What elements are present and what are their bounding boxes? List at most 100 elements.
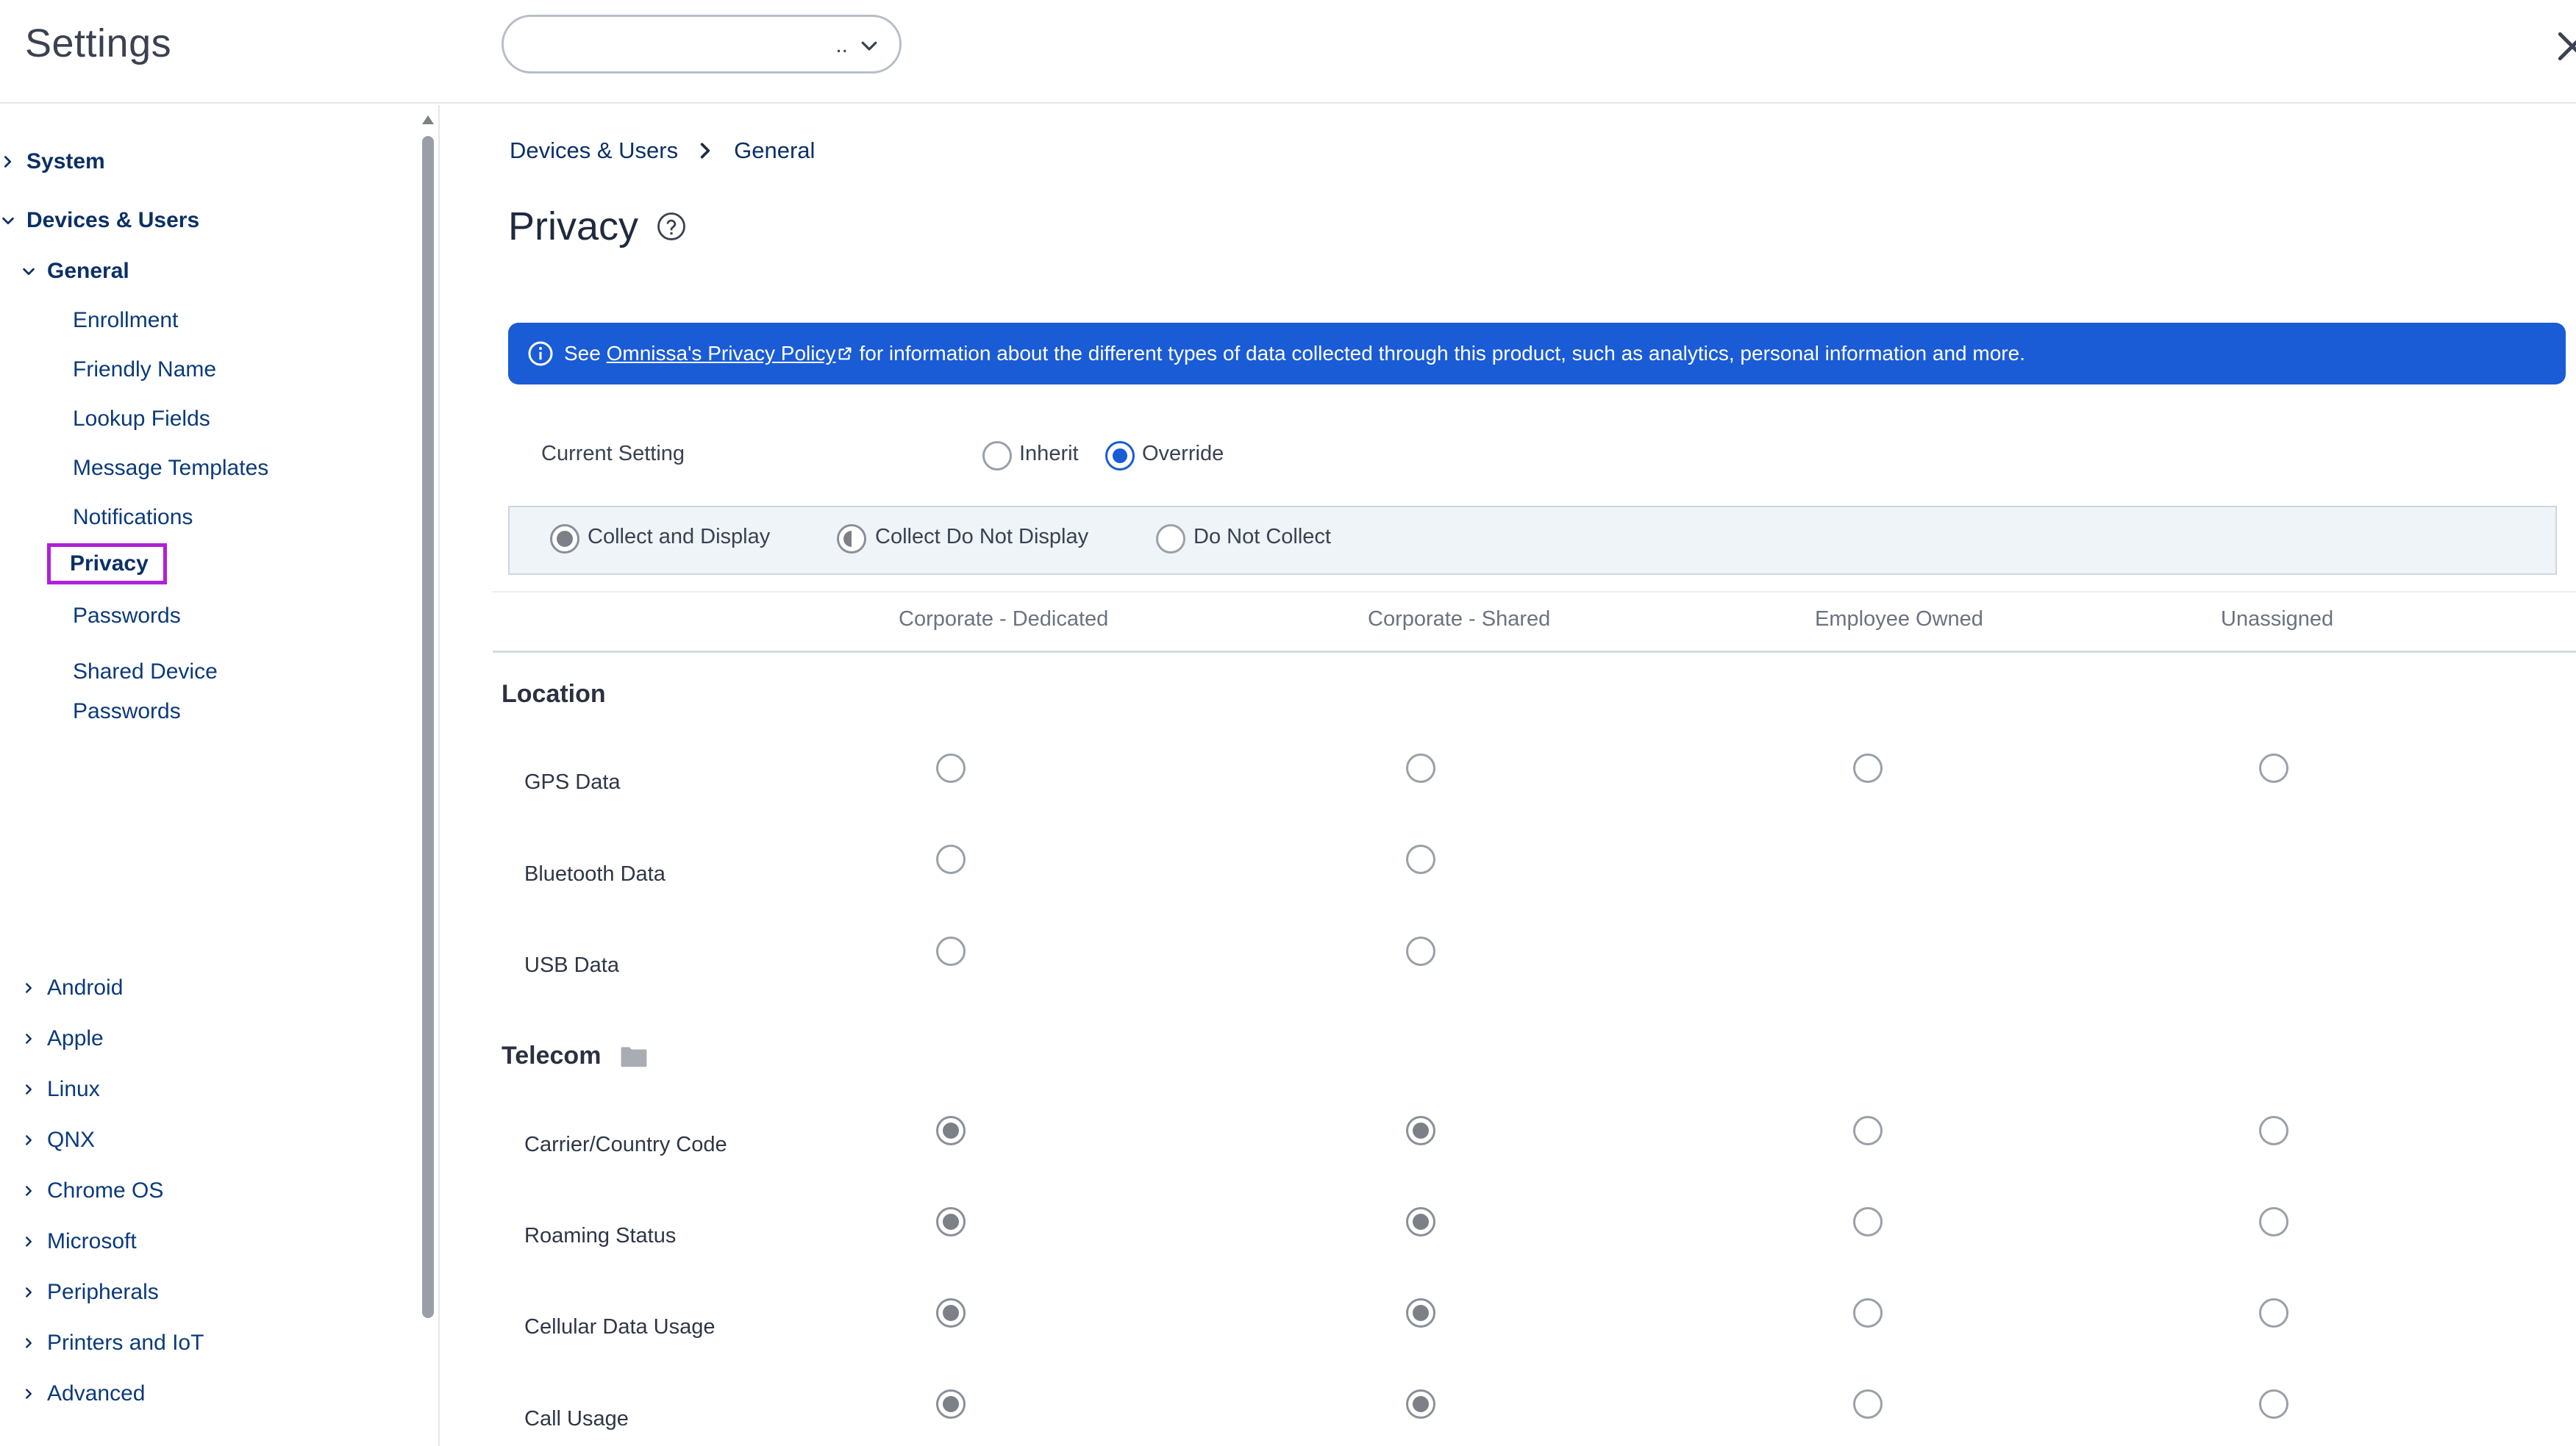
close-icon[interactable] <box>2554 28 2576 65</box>
sidebar-item-label: Apple <box>47 1026 104 1051</box>
row-call-usage-label: Call Usage <box>524 1407 629 1431</box>
carrier-employee-owned-radio[interactable] <box>1853 1116 1883 1145</box>
chevron-right-icon <box>26 1034 32 1044</box>
sidebar-item-enrollment[interactable]: Enrollment <box>73 308 178 333</box>
col-employee-owned: Employee Owned <box>1815 607 1983 631</box>
carrier-corp-shared-radio[interactable] <box>1406 1116 1435 1145</box>
sidebar-item-lookup-fields[interactable]: Lookup Fields <box>73 407 210 432</box>
sidebar-item-label: Linux <box>47 1077 100 1101</box>
gps-unassigned-radio[interactable] <box>2259 754 2288 783</box>
call-employee-owned-radio[interactable] <box>1853 1389 1883 1419</box>
app-title: Settings <box>25 21 172 65</box>
sidebar-item-shared-device[interactable]: Shared Device <box>73 659 218 684</box>
gps-employee-owned-radio[interactable] <box>1853 754 1883 783</box>
sidebar-item-label: QNX <box>47 1128 96 1152</box>
gps-corp-dedicated-radio[interactable] <box>936 754 966 783</box>
bluetooth-corp-dedicated-radio[interactable] <box>936 845 966 874</box>
sidebar-scroll-thumb[interactable] <box>422 136 434 1318</box>
collection-legend <box>508 506 2557 575</box>
breadcrumb: Devices & Users General <box>510 137 815 164</box>
sidebar-item-advanced[interactable]: Advanced <box>21 1381 145 1406</box>
chevron-right-icon <box>700 143 710 159</box>
banner-prefix: See <box>564 342 607 365</box>
sidebar-item-printers-iot[interactable]: Printers and IoT <box>21 1331 204 1356</box>
usb-corp-dedicated-radio[interactable] <box>936 937 966 966</box>
call-corp-dedicated-radio[interactable] <box>936 1389 966 1419</box>
inherit-label[interactable]: Inherit <box>1019 442 1079 466</box>
carrier-unassigned-radio[interactable] <box>2259 1116 2288 1145</box>
roaming-employee-owned-radio[interactable] <box>1853 1207 1883 1236</box>
gps-corp-shared-radio[interactable] <box>1406 754 1435 783</box>
chevron-right-icon <box>26 1186 32 1196</box>
sidebar-item-linux[interactable]: Linux <box>21 1077 100 1102</box>
sidebar-item-label: General <box>47 259 129 283</box>
sidebar-item-privacy[interactable]: Privacy <box>47 543 167 584</box>
folder-icon <box>621 1046 647 1067</box>
col-unassigned: Unassigned <box>2221 607 2334 631</box>
banner-suffix: for information about the different type… <box>859 342 2025 365</box>
chevron-down-icon <box>2 217 14 225</box>
cellular-corp-shared-radio[interactable] <box>1406 1298 1435 1328</box>
chevron-right-icon <box>26 1287 32 1298</box>
cellular-corp-dedicated-radio[interactable] <box>936 1298 966 1328</box>
cellular-unassigned-radio[interactable] <box>2259 1298 2288 1328</box>
call-corp-shared-radio[interactable] <box>1406 1389 1435 1419</box>
help-icon[interactable] <box>656 211 687 242</box>
external-link-icon <box>839 347 852 360</box>
header-divider <box>493 651 2576 653</box>
section-location-title: Location <box>502 680 606 709</box>
sidebar-item-shared-device-passwords[interactable]: Passwords <box>73 699 181 724</box>
sidebar-item-label: Android <box>47 976 124 1000</box>
sidebar-item-android[interactable]: Android <box>21 976 123 1001</box>
scroll-up-arrow-icon[interactable] <box>421 112 435 127</box>
sidebar-item-peripherals[interactable]: Peripherals <box>21 1280 159 1305</box>
row-roaming-status-label: Roaming Status <box>524 1224 677 1248</box>
sidebar-item-label: Printers and IoT <box>47 1331 204 1355</box>
sidebar-item-passwords[interactable]: Passwords <box>73 604 181 629</box>
privacy-policy-link[interactable]: Omnissa's Privacy Policy <box>607 342 836 365</box>
sidebar-item-devices-users[interactable]: Devices & Users <box>0 208 199 233</box>
legend-collect-no-display-label: Collect Do Not Display <box>875 525 1089 548</box>
sidebar-item-system[interactable]: System <box>0 149 105 174</box>
legend-collect-display-label: Collect and Display <box>588 525 771 548</box>
legend-do-not-collect-label: Do Not Collect <box>1194 525 1331 548</box>
main-content: Devices & Users General Privacy See Omni… <box>441 105 2576 1446</box>
chevron-right-icon <box>26 1338 32 1348</box>
row-carrier-country-code-label: Carrier/Country Code <box>524 1133 727 1156</box>
sidebar-item-general[interactable]: General <box>21 259 129 284</box>
sidebar-item-qnx[interactable]: QNX <box>21 1128 95 1153</box>
section-title-text: Telecom <box>502 1042 602 1070</box>
context-select[interactable]: .. <box>502 15 902 74</box>
section-title-text: Location <box>502 680 606 708</box>
roaming-corp-shared-radio[interactable] <box>1406 1207 1435 1236</box>
sidebar-item-label: Chrome OS <box>47 1178 164 1203</box>
privacy-info-banner: See Omnissa's Privacy Policy for informa… <box>508 323 2566 384</box>
inherit-radio[interactable] <box>982 441 1012 470</box>
usb-corp-shared-radio[interactable] <box>1406 937 1435 966</box>
sidebar-item-microsoft[interactable]: Microsoft <box>21 1229 137 1254</box>
sidebar-item-message-templates[interactable]: Message Templates <box>73 456 268 481</box>
roaming-corp-dedicated-radio[interactable] <box>936 1207 966 1236</box>
section-telecom-title: Telecom <box>502 1042 648 1070</box>
bluetooth-corp-shared-radio[interactable] <box>1406 845 1435 874</box>
breadcrumb-general[interactable]: General <box>734 137 815 164</box>
sidebar-item-apple[interactable]: Apple <box>21 1026 104 1051</box>
sidebar-item-notifications[interactable]: Notifications <box>73 505 193 530</box>
chevron-right-icon <box>26 1135 32 1145</box>
override-radio[interactable] <box>1105 441 1135 470</box>
breadcrumb-devices-users[interactable]: Devices & Users <box>510 137 678 164</box>
sidebar-item-label: Peripherals <box>47 1280 159 1304</box>
sidebar-item-friendly-name[interactable]: Friendly Name <box>73 357 216 382</box>
chevron-down-icon <box>861 41 877 51</box>
call-unassigned-radio[interactable] <box>2259 1389 2288 1419</box>
chevron-right-icon <box>4 156 12 168</box>
current-setting-label: Current Setting <box>541 442 685 465</box>
carrier-corp-dedicated-radio[interactable] <box>936 1116 966 1145</box>
override-label[interactable]: Override <box>1142 442 1224 466</box>
chevron-right-icon <box>26 1389 32 1399</box>
roaming-unassigned-radio[interactable] <box>2259 1207 2288 1236</box>
cellular-employee-owned-radio[interactable] <box>1853 1298 1883 1328</box>
sidebar-item-chrome-os[interactable]: Chrome OS <box>21 1178 163 1203</box>
select-value: .. <box>835 33 848 57</box>
row-gps-data-label: GPS Data <box>524 770 621 794</box>
